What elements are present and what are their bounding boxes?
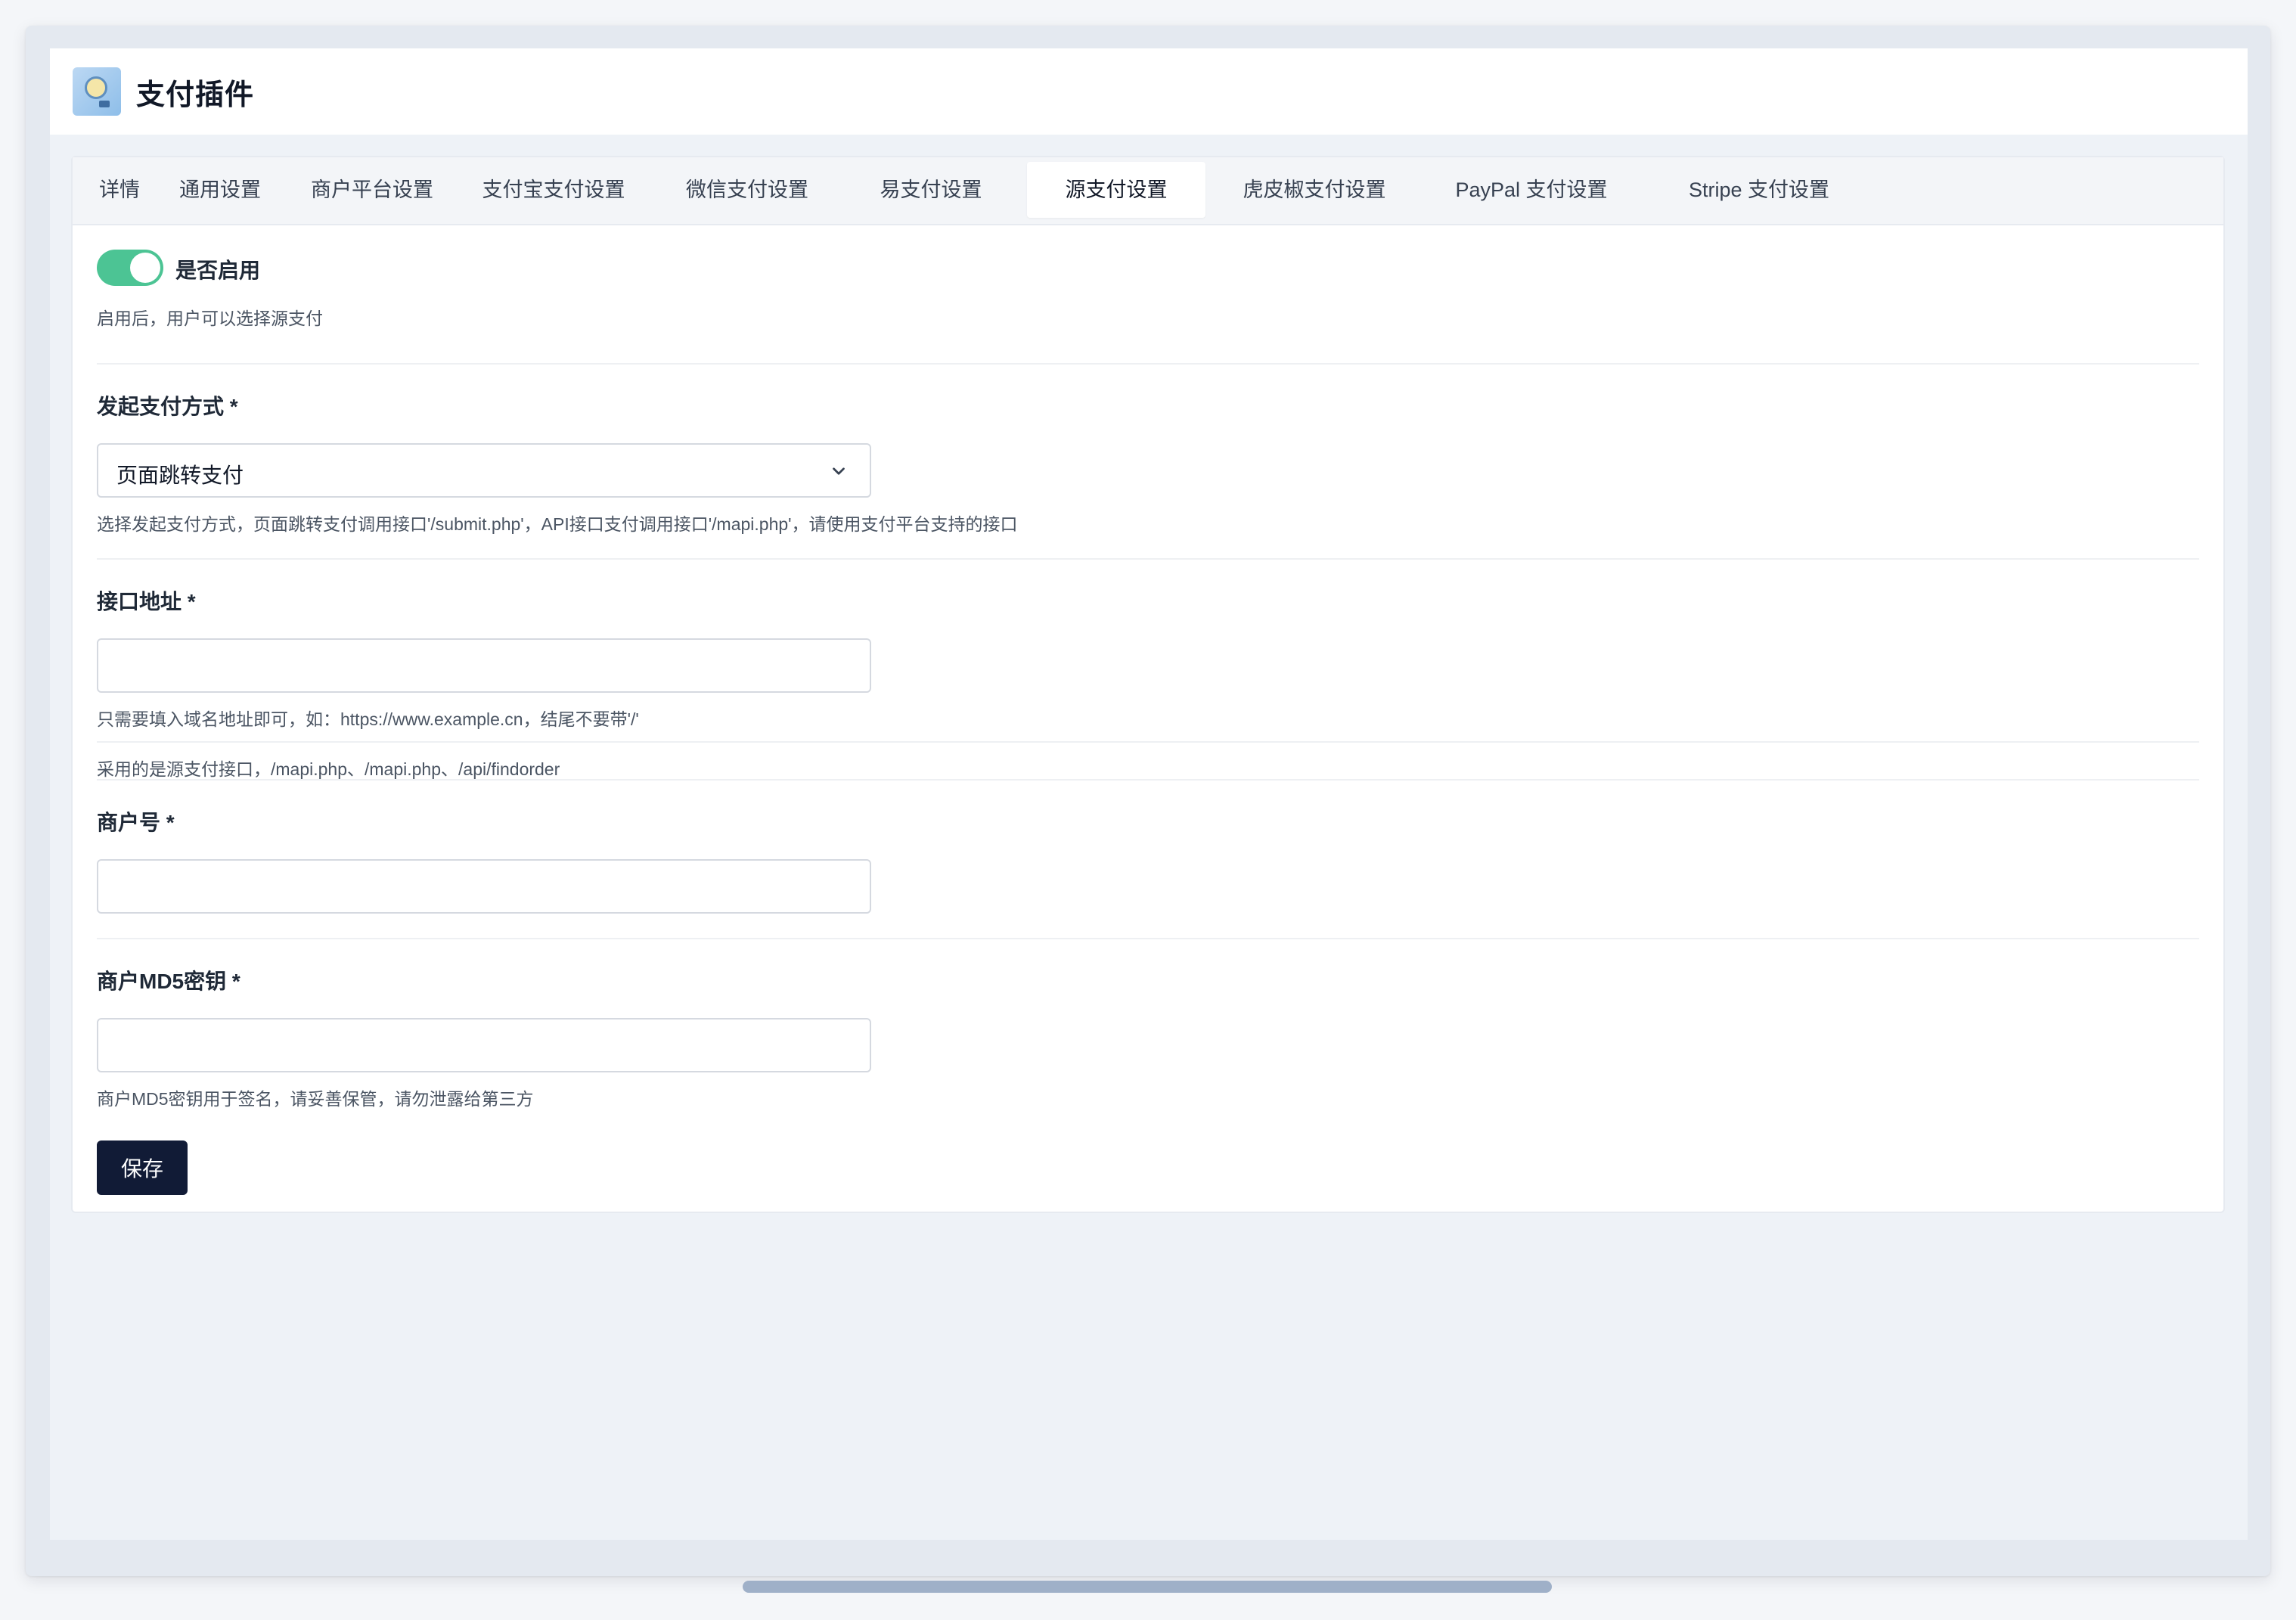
tab-stripe-settings[interactable]: Stripe 支付设置 (1652, 162, 1866, 218)
divider (97, 938, 2199, 939)
md5-key-input[interactable] (97, 1018, 871, 1072)
page-content: 支付插件 详情 通用设置 商户平台设置 支付宝支付设置 微信支付设置 易支付设置… (50, 48, 2248, 1540)
divider (97, 741, 2199, 743)
pay-method-help: 选择发起支付方式，页面跳转支付调用接口'/submit.php'，API接口支付… (97, 514, 1018, 534)
merchant-id-input[interactable] (97, 859, 871, 914)
enable-label: 是否启用 (175, 259, 261, 282)
merchant-id-label: 商户号 * (97, 811, 175, 834)
lightbulb-icon (73, 67, 121, 116)
page-title: 支付插件 (136, 79, 255, 111)
page-header: 支付插件 (50, 48, 2248, 135)
chevron-down-icon (833, 467, 845, 475)
tab-alipay-settings[interactable]: 支付宝支付设置 (460, 162, 647, 218)
save-button[interactable]: 保存 (97, 1141, 188, 1195)
pay-method-select[interactable]: 页面跳转支付 (97, 443, 871, 498)
divider (97, 363, 2199, 365)
app-window: 支付插件 详情 通用设置 商户平台设置 支付宝支付设置 微信支付设置 易支付设置… (26, 26, 2270, 1576)
tab-paypal-settings[interactable]: PayPal 支付设置 (1423, 162, 1640, 218)
divider (97, 558, 2199, 560)
api-url-input[interactable] (97, 638, 871, 693)
enable-toggle[interactable] (97, 250, 163, 286)
api-url-help: 只需要填入域名地址即可，如：https://www.example.cn，结尾不… (97, 709, 639, 729)
tab-xunhupay-settings[interactable]: 虎皮椒支付设置 (1218, 162, 1411, 218)
tab-general-settings[interactable]: 通用设置 (156, 162, 284, 218)
tab-bar: 详情 通用设置 商户平台设置 支付宝支付设置 微信支付设置 易支付设置 源支付设… (73, 157, 2223, 225)
enable-help: 启用后，用户可以选择源支付 (97, 309, 323, 328)
horizontal-scrollbar[interactable] (743, 1581, 1552, 1593)
api-url-label: 接口地址 * (97, 590, 196, 613)
md5-key-label: 商户MD5密钥 * (97, 970, 240, 993)
divider (97, 779, 2199, 781)
md5-key-help: 商户MD5密钥用于签名，请妥善保管，请勿泄露给第三方 (97, 1089, 534, 1109)
tab-epay-settings[interactable]: 易支付设置 (847, 162, 1015, 218)
tab-merchant-platform-settings[interactable]: 商户平台设置 (296, 162, 448, 218)
tab-yuan-pay-settings[interactable]: 源支付设置 (1027, 162, 1205, 218)
pay-method-label: 发起支付方式 * (97, 395, 238, 418)
tab-wechat-pay-settings[interactable]: 微信支付设置 (659, 162, 835, 218)
pay-method-value: 页面跳转支付 (116, 464, 244, 487)
api-url-note: 采用的是源支付接口，/mapi.php、/mapi.php、/api/findo… (97, 759, 560, 779)
settings-card: 详情 通用设置 商户平台设置 支付宝支付设置 微信支付设置 易支付设置 源支付设… (71, 156, 2225, 1213)
tab-details[interactable]: 详情 (95, 162, 144, 218)
